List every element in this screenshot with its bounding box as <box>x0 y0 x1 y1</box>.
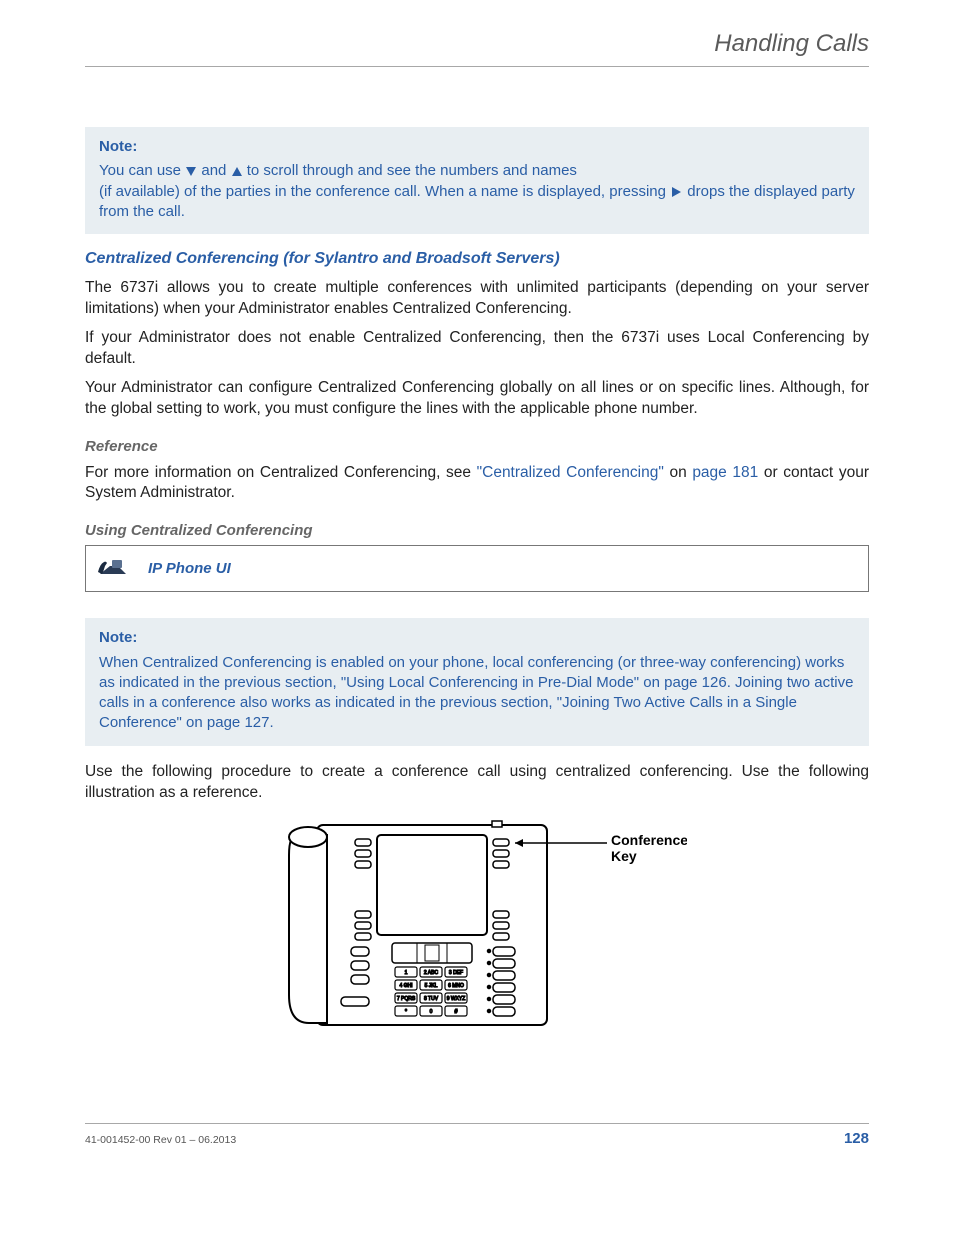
note-box-2: Note: When Centralized Conferencing is e… <box>85 618 869 745</box>
heading-centralized-conferencing: Centralized Conferencing (for Sylantro a… <box>85 250 869 268</box>
svg-text:8 TUV: 8 TUV <box>424 996 439 1002</box>
ip-phone-ui-label: IP Phone UI <box>148 560 231 577</box>
heading-using-centralized: Using Centralized Conferencing <box>85 522 869 539</box>
svg-text:2 ABC: 2 ABC <box>424 970 439 976</box>
down-arrow-icon <box>186 167 196 176</box>
note-text: When Centralized Conferencing is enabled… <box>99 653 855 734</box>
footer-page-number: 128 <box>844 1130 869 1147</box>
note-title: Note: <box>99 137 855 157</box>
link-page-127[interactable]: page 127 <box>207 714 270 731</box>
svg-text:0: 0 <box>430 1009 433 1015</box>
paragraph: The 6737i allows you to create multiple … <box>85 278 869 320</box>
link-centralized-conferencing[interactable]: "Centralized Conferencing" <box>477 464 664 481</box>
svg-text:6 MNO: 6 MNO <box>448 983 464 989</box>
note-seg: and <box>197 162 230 179</box>
text-seg: on <box>664 464 692 481</box>
callout-line1: Conference <box>611 832 687 848</box>
note-title: Note: <box>99 628 855 648</box>
note-seg: on <box>182 714 207 731</box>
svg-text:#: # <box>455 1009 458 1015</box>
svg-text:4 GHI: 4 GHI <box>399 983 412 989</box>
note-seg: . <box>269 714 273 731</box>
text-seg: For more information on Centralized Conf… <box>85 464 477 481</box>
link-page-126[interactable]: page 126 <box>664 674 727 691</box>
note-text: (if available) of the parties in the con… <box>99 182 855 223</box>
note-box-1: Note: You can use and to scroll through … <box>85 127 869 234</box>
svg-text:*: * <box>405 1009 407 1015</box>
page-footer: 41-001452-00 Rev 01 – 06.2013 128 <box>85 1123 869 1147</box>
callout-line2: Key <box>611 848 637 864</box>
ip-phone-ui-bar: IP Phone UI <box>85 545 869 592</box>
note-seg: You can use <box>99 162 185 179</box>
header-rule <box>85 66 869 67</box>
paragraph: Use the following procedure to create a … <box>85 762 869 804</box>
footer-rule <box>85 1123 869 1124</box>
svg-text:3 DEF: 3 DEF <box>449 970 463 976</box>
note-seg: on <box>639 674 664 691</box>
right-arrow-icon <box>672 187 681 197</box>
footer-revision: 41-001452-00 Rev 01 – 06.2013 <box>85 1134 236 1146</box>
note-seg: (if available) of the parties in the con… <box>99 183 670 200</box>
heading-reference: Reference <box>85 438 869 455</box>
svg-text:9 WXYZ: 9 WXYZ <box>447 996 466 1002</box>
link-local-conf-predial[interactable]: "Using Local Conferencing in Pre-Dial Mo… <box>341 674 639 691</box>
note-seg: to scroll through and see the numbers an… <box>243 162 577 179</box>
paragraph: If your Administrator does not enable Ce… <box>85 328 869 370</box>
up-arrow-icon <box>232 167 242 176</box>
page-header-title: Handling Calls <box>85 30 869 58</box>
link-page-181[interactable]: page 181 <box>692 464 758 481</box>
phone-figure: 1 2 ABC 3 DEF 4 GHI 5 JKL 6 MNO 7 PQRS 8… <box>85 815 869 1035</box>
svg-text:7 PQRS: 7 PQRS <box>397 996 416 1002</box>
svg-text:1: 1 <box>405 970 408 976</box>
paragraph: Your Administrator can configure Central… <box>85 378 869 420</box>
phone-icon <box>96 554 130 583</box>
paragraph: For more information on Centralized Conf… <box>85 463 869 505</box>
note-text: You can use and to scroll through and se… <box>99 161 855 181</box>
svg-text:5 JKL: 5 JKL <box>425 983 438 989</box>
